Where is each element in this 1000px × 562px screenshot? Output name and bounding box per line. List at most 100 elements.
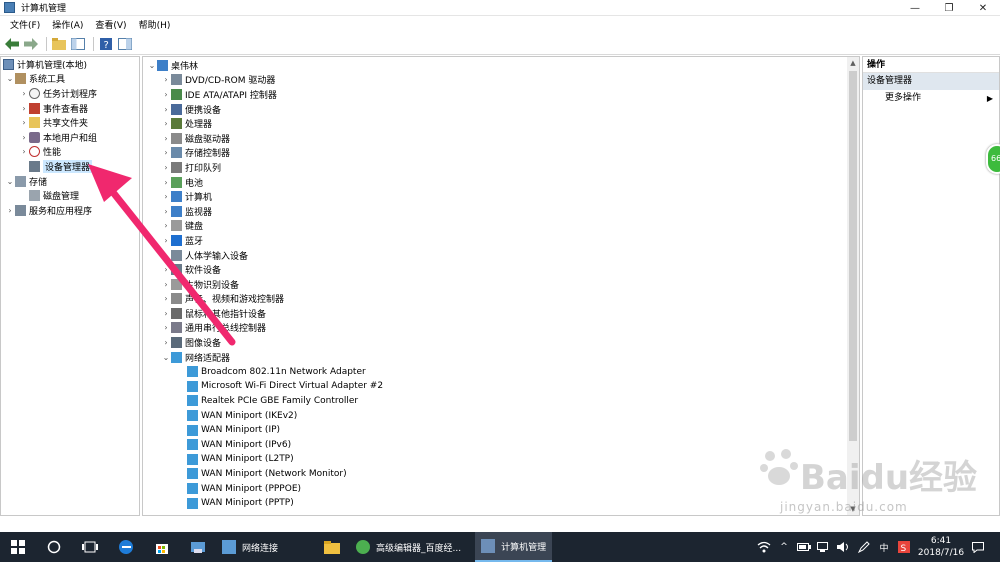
network-adapter-item[interactable]: WAN Miniport (Network Monitor) [143,467,859,482]
sogou-ime-icon[interactable]: S [896,532,912,562]
scroll-down-icon[interactable]: ▼ [847,503,859,515]
menu-help[interactable]: 帮助(H) [133,18,177,31]
chevron-right-icon[interactable]: › [161,280,171,289]
device-category[interactable]: › 鼠标和其他指针设备 [143,306,859,321]
task-view-icon[interactable] [72,532,108,562]
battery-icon[interactable] [796,532,812,562]
menu-view[interactable]: 查看(V) [89,18,132,31]
network-adapter-item[interactable]: WAN Miniport (PPPOE) [143,481,859,496]
wifi-icon[interactable] [756,532,772,562]
chevron-right-icon[interactable]: › [161,323,171,332]
tree-item-event-viewer[interactable]: › 事件查看器 [1,101,139,116]
more-actions-item[interactable]: 更多操作 ▶ [863,90,999,107]
chevron-right-icon[interactable]: › [161,134,171,143]
chevron-right-icon[interactable]: › [161,90,171,99]
network-adapter-item[interactable]: WAN Miniport (PPTP) [143,496,859,511]
show-hide-tree-icon[interactable] [70,36,86,52]
tree-item-local-users[interactable]: › 本地用户和组 [1,130,139,145]
chevron-right-icon[interactable]: › [161,236,171,245]
show-desktop-button[interactable] [988,532,1000,562]
device-category-network-adapters[interactable]: ⌄ 网络适配器 [143,350,859,365]
scrollbar-thumb[interactable] [849,71,857,441]
tree-item-system-tools[interactable]: ⌄ 系统工具 [1,72,139,87]
network-adapter-item[interactable]: Broadcom 802.11n Network Adapter [143,364,859,379]
device-category[interactable]: › DVD/CD-ROM 驱动器 [143,73,859,88]
floating-badge[interactable]: 66 [986,144,1000,174]
store-icon[interactable] [144,532,180,562]
chevron-right-icon[interactable]: › [161,221,171,230]
network-adapter-item[interactable]: Microsoft Wi-Fi Direct Virtual Adapter #… [143,379,859,394]
chevron-right-icon[interactable]: › [161,265,171,274]
device-category[interactable]: › IDE ATA/ATAPI 控制器 [143,87,859,102]
chevron-right-icon[interactable]: › [161,207,171,216]
chevron-right-icon[interactable]: › [161,105,171,114]
tree-root[interactable]: 计算机管理(本地) [1,57,139,72]
chevron-down-icon[interactable]: ⌄ [5,74,15,83]
device-tree-root[interactable]: ⌄ 桌伟林 [143,58,859,73]
device-category[interactable]: › 处理器 [143,116,859,131]
network-adapter-item[interactable]: Realtek PCIe GBE Family Controller [143,394,859,409]
chevron-right-icon[interactable]: › [161,148,171,157]
help-icon[interactable]: ? [98,36,114,52]
device-category[interactable]: › 键盘 [143,219,859,234]
actions-section-device-manager[interactable]: 设备管理器 [863,73,999,90]
network-adapter-item[interactable]: WAN Miniport (IP) [143,423,859,438]
tree-item-device-manager[interactable]: 设备管理器 [1,159,139,174]
network-adapter-item[interactable]: WAN Miniport (IPv6) [143,437,859,452]
device-category[interactable]: › 人体学输入设备 [143,248,859,263]
device-category[interactable]: › 打印队列 [143,160,859,175]
tree-item-shared-folders[interactable]: › 共享文件夹 [1,115,139,130]
chevron-right-icon[interactable]: › [19,147,29,156]
forward-arrow-icon[interactable] [23,36,39,52]
edge-browser-icon[interactable] [108,532,144,562]
device-category[interactable]: › 通用串行总线控制器 [143,321,859,336]
vertical-scrollbar[interactable]: ▲ ▼ [847,57,859,515]
minimize-button[interactable]: — [898,0,932,16]
taskbar-item-computer-management[interactable]: 计算机管理 [475,532,553,562]
device-category[interactable]: › 蓝牙 [143,233,859,248]
device-category[interactable]: › 计算机 [143,189,859,204]
pen-icon[interactable] [856,532,872,562]
device-category[interactable]: › 磁盘驱动器 [143,131,859,146]
chevron-right-icon[interactable]: › [161,119,171,128]
chevron-up-icon[interactable]: ^ [776,532,792,562]
tree-item-services[interactable]: › 服务和应用程序 [1,203,139,218]
device-category[interactable]: › 图像设备 [143,335,859,350]
taskbar-item-advanced-editor[interactable]: 高级编辑器_百度经... [350,532,467,562]
device-category[interactable]: › 监视器 [143,204,859,219]
tree-item-storage[interactable]: ⌄ 存储 [1,174,139,189]
file-explorer-icon[interactable] [314,532,350,562]
tree-item-disk-management[interactable]: 磁盘管理 [1,188,139,203]
chevron-right-icon[interactable]: › [161,309,171,318]
screenshot-tool-icon[interactable] [180,532,216,562]
notification-icon[interactable] [970,532,986,562]
close-button[interactable]: ✕ [966,0,1000,16]
chevron-down-icon[interactable]: ⌄ [161,353,171,362]
tree-item-performance[interactable]: › 性能 [1,145,139,160]
menu-action[interactable]: 操作(A) [46,18,89,31]
device-category[interactable]: › 生物识别设备 [143,277,859,292]
chevron-right-icon[interactable]: › [19,118,29,127]
ime-indicator[interactable]: 中 [876,532,892,562]
network-icon[interactable] [816,532,832,562]
scroll-up-icon[interactable]: ▲ [847,57,859,69]
network-adapter-item[interactable]: WAN Miniport (L2TP) [143,452,859,467]
tree-item-task-scheduler[interactable]: › 任务计划程序 [1,86,139,101]
chevron-right-icon[interactable]: › [161,294,171,303]
chevron-right-icon[interactable]: › [19,133,29,142]
chevron-down-icon[interactable]: ⌄ [147,61,157,70]
windows-start-icon[interactable] [0,532,36,562]
properties-icon[interactable] [117,36,133,52]
chevron-right-icon[interactable]: › [19,104,29,113]
volume-icon[interactable] [836,532,852,562]
device-category[interactable]: › 存储控制器 [143,146,859,161]
up-folder-icon[interactable] [51,36,67,52]
device-category[interactable]: › 电池 [143,175,859,190]
device-category[interactable]: › 软件设备 [143,262,859,277]
chevron-right-icon[interactable]: › [161,192,171,201]
chevron-right-icon[interactable]: › [5,206,15,215]
chevron-right-icon[interactable]: › [161,338,171,347]
device-category[interactable]: › 便携设备 [143,102,859,117]
chevron-right-icon[interactable]: › [161,251,171,260]
chevron-right-icon[interactable]: › [161,178,171,187]
